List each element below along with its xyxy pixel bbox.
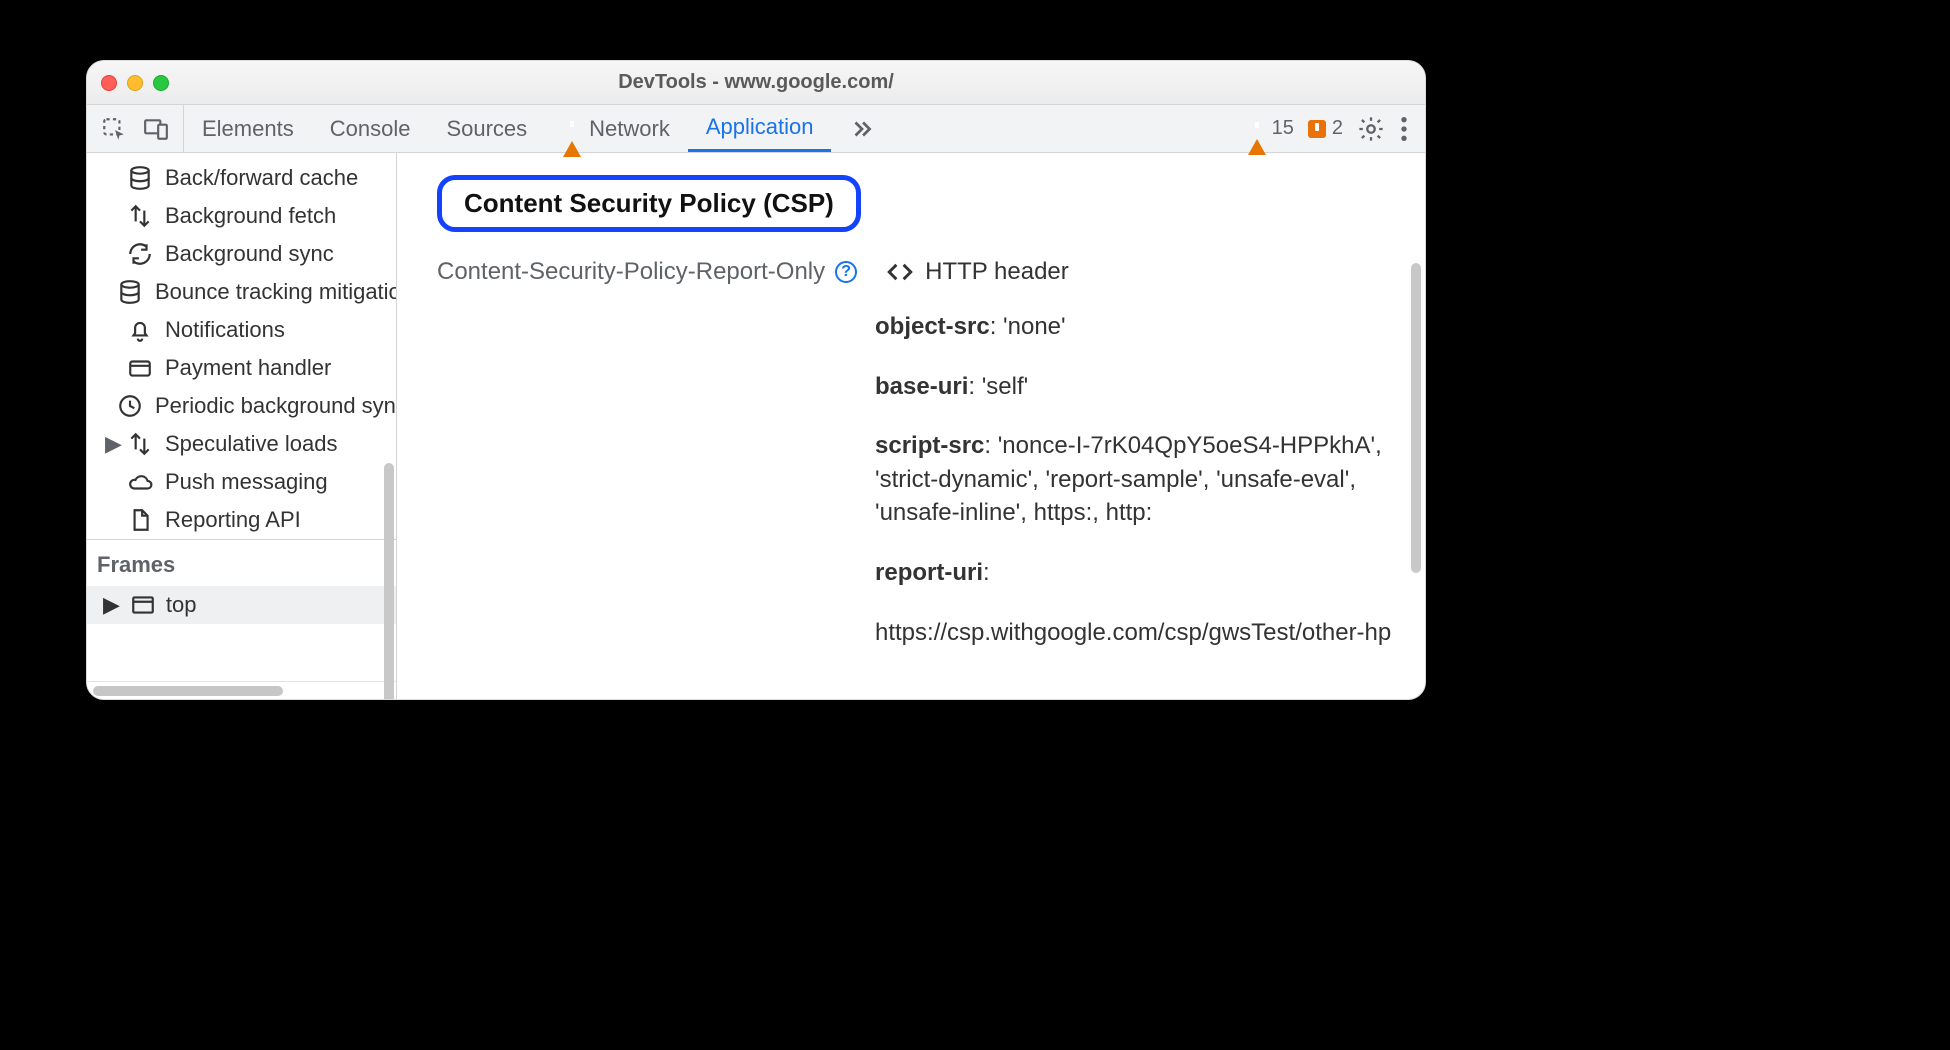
sidebar-item-label: Notifications [165, 317, 285, 343]
tab-label: Console [330, 116, 411, 142]
sidebar-item-reporting-api[interactable]: Reporting API [87, 501, 396, 539]
csp-report-only-label: Content-Security-Policy-Report-Only ? [437, 258, 857, 286]
tab-network[interactable]: Network [545, 105, 688, 152]
help-icon[interactable]: ? [835, 261, 857, 283]
tab-label: Sources [446, 116, 527, 142]
content-vertical-scrollbar[interactable] [1411, 263, 1421, 573]
sidebar-item-payment-handler[interactable]: Payment handler [87, 349, 396, 387]
sync-icon [127, 241, 153, 267]
tab-console[interactable]: Console [312, 105, 429, 152]
sidebar-item-background-fetch[interactable]: Background fetch [87, 197, 396, 235]
csp-rules: object-src: 'none' base-uri: 'self' script… [875, 310, 1397, 649]
window-icon [130, 592, 156, 618]
code-icon [885, 260, 915, 284]
chevrons-right-icon [849, 116, 875, 142]
more-options-button[interactable] [1399, 115, 1409, 143]
sidebar-item-label: Reporting API [165, 507, 301, 533]
frame-details-panel: Content Security Policy (CSP) Content-Se… [397, 153, 1425, 699]
tab-application[interactable]: Application [688, 105, 832, 152]
frame-label: top [166, 592, 197, 618]
caret-right-icon: ▶ [105, 431, 115, 457]
warnings-count: 15 [1272, 117, 1294, 140]
application-sidebar: Back/forward cache Background fetch Backgr… [87, 153, 397, 699]
sidebar-item-label: Background sync [165, 241, 334, 267]
tab-label: Elements [202, 116, 294, 142]
clock-icon [117, 393, 143, 419]
inspect-element-icon[interactable] [101, 116, 127, 142]
csp-rule-script-src: script-src: 'nonce-I-7rK04QpY5oeS4-HPPkh… [875, 429, 1397, 530]
report-only-text: Content-Security-Policy-Report-Only [437, 258, 825, 286]
caret-right-icon: ▶ [103, 592, 120, 618]
devtools-window: DevTools - www.google.com/ Elements Cons… [86, 60, 1426, 700]
titlebar: DevTools - www.google.com/ [87, 61, 1425, 105]
main-split: Back/forward cache Background fetch Backgr… [87, 153, 1425, 699]
warning-icon [563, 116, 581, 142]
csp-rule-base-uri: base-uri: 'self' [875, 370, 1397, 404]
csp-heading: Content Security Policy (CSP) [437, 175, 861, 232]
updown-icon [127, 431, 153, 457]
sidebar-item-speculative-loads[interactable]: ▶ Speculative loads [87, 425, 396, 463]
updown-icon [127, 203, 153, 229]
settings-button[interactable] [1357, 115, 1385, 143]
issues-indicator[interactable]: 2 [1308, 117, 1343, 140]
warnings-indicator[interactable]: 15 [1248, 117, 1294, 140]
sidebar-item-label: Push messaging [165, 469, 328, 495]
database-icon [117, 279, 143, 305]
frames-header: Frames [87, 539, 396, 586]
file-icon [127, 507, 153, 533]
sidebar-item-push-messaging[interactable]: Push messaging [87, 463, 396, 501]
tab-label: Network [589, 116, 670, 142]
devtools-tabstrip: Elements Console Sources Network Applica… [87, 105, 1425, 153]
sidebar-item-label: Back/forward cache [165, 165, 358, 191]
sidebar-horizontal-scrollbar[interactable] [87, 681, 396, 699]
sidebar-item-label: Speculative loads [165, 431, 337, 457]
device-toolbar-icon[interactable] [143, 116, 169, 142]
tab-label: Application [706, 114, 814, 140]
frame-top[interactable]: ▶ top [87, 586, 396, 624]
sidebar-item-background-sync[interactable]: Background sync [87, 235, 396, 273]
sidebar-vertical-scrollbar[interactable] [384, 463, 394, 699]
tab-sources[interactable]: Sources [428, 105, 545, 152]
card-icon [127, 355, 153, 381]
sidebar-item-label: Bounce tracking mitigation [155, 279, 396, 305]
more-tabs-button[interactable] [831, 105, 893, 152]
sidebar-item-label: Payment handler [165, 355, 331, 381]
csp-rule-object-src: object-src: 'none' [875, 310, 1397, 344]
warning-icon [1248, 117, 1266, 140]
http-header-text: HTTP header [925, 258, 1069, 286]
sidebar-item-label: Background fetch [165, 203, 336, 229]
csp-source-http-header: HTTP header [885, 258, 1069, 286]
sidebar-item-periodic-background-sync[interactable]: Periodic background sync [87, 387, 396, 425]
sidebar-item-bounce-tracking-mitigation[interactable]: Bounce tracking mitigation [87, 273, 396, 311]
database-icon [127, 165, 153, 191]
sidebar-item-back-forward-cache[interactable]: Back/forward cache [87, 159, 396, 197]
sidebar-item-notifications[interactable]: Notifications [87, 311, 396, 349]
window-title: DevTools - www.google.com/ [87, 71, 1425, 94]
bell-icon [127, 317, 153, 343]
issue-icon [1308, 120, 1326, 138]
cloud-icon [127, 469, 153, 495]
sidebar-item-label: Periodic background sync [155, 393, 396, 419]
tab-elements[interactable]: Elements [184, 105, 312, 152]
issues-count: 2 [1332, 117, 1343, 140]
sidebar-list: Back/forward cache Background fetch Backgr… [87, 153, 396, 539]
panel-tabs: Elements Console Sources Network Applica… [184, 105, 893, 152]
csp-rule-report-uri: report-uri:https://csp.withgoogle.com/cs… [875, 556, 1397, 649]
